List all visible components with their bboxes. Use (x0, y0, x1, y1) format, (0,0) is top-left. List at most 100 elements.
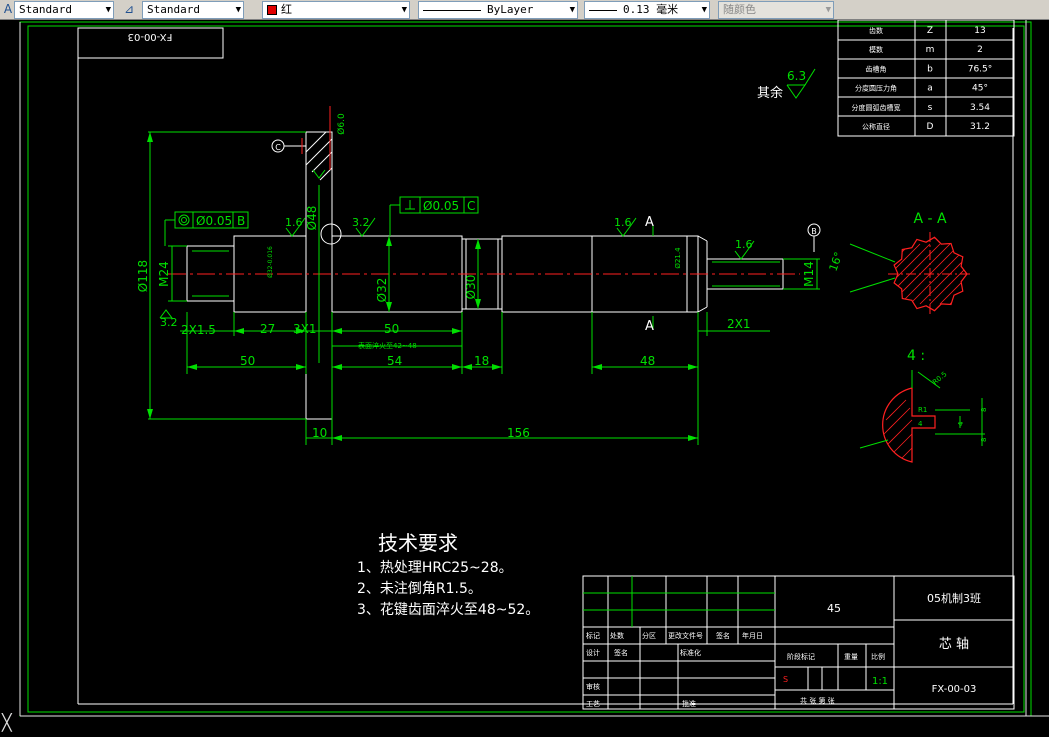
dim-2x15: 2X1.5 (181, 323, 216, 337)
gear-table-sym: b (927, 64, 933, 74)
dim-style-icon[interactable]: ⊿ (122, 2, 136, 16)
roughness-32-a: 3.2 (352, 216, 370, 229)
dim-angle16: 16° (827, 250, 846, 273)
datum-b: B (807, 223, 821, 252)
svg-text:B: B (811, 227, 817, 236)
svg-text:C: C (275, 143, 281, 152)
color-value: 红 (281, 3, 292, 16)
perpendicularity-frame: Ø0.05 C (389, 196, 479, 236)
dim-d214: Ø21.4 (674, 247, 682, 269)
gear-table-name: 齿数 (869, 26, 883, 35)
svg-text:S: S (783, 675, 788, 684)
roughness-symbols (159, 169, 755, 319)
gear-table-val: 2 (977, 45, 983, 55)
svg-text:共 张 第 张: 共 张 第 张 (800, 696, 835, 705)
dim-156: 156 (507, 426, 530, 440)
svg-text:A: A (645, 319, 654, 334)
text-style-icon[interactable]: A (1, 2, 15, 16)
detail-r1: R0.5 (931, 370, 948, 386)
perpendicularity-value: Ø0.05 (423, 199, 459, 213)
chevron-down-icon: ▼ (235, 5, 241, 15)
svg-text:重量: 重量 (844, 653, 858, 661)
roughness-rest-value: 6.3 (787, 69, 806, 83)
gear-table-sym: s (928, 103, 933, 113)
gear-table-val: 76.5° (968, 64, 993, 74)
dim-50a: 50 (384, 322, 399, 336)
detail-d3: 8 (980, 408, 988, 412)
ucs-icon: ╳ (2, 713, 12, 732)
tb-scale: 1:1 (872, 676, 888, 687)
lineweight-preview (589, 9, 617, 11)
tb-school: 05机制3班 (927, 591, 981, 605)
detail-view: 4 : R0.5 R1 4 8 4 8 (859, 348, 988, 463)
lineweight-combo[interactable]: 0.13 毫米 ▼ (584, 1, 710, 19)
svg-text:审核: 审核 (586, 682, 600, 691)
concentricity-frame: Ø0.05 B (164, 211, 249, 246)
color-swatch (267, 5, 277, 15)
dim-style-value: Standard (147, 3, 200, 16)
dim-d30: Ø30 (464, 275, 478, 300)
dim-m14: M14 (802, 261, 816, 287)
dim-d32: Ø32 (375, 278, 389, 303)
title-block: 标记 处数 分区 更改文件号 签名 年月日 设计 签名 标准化 审核 工艺 批准… (582, 575, 1015, 710)
roughness-32-b: 3.2 (160, 316, 178, 329)
svg-text:阶段标记: 阶段标记 (787, 652, 815, 661)
linetype-preview (423, 9, 481, 11)
properties-toolbar: A Standard ▼ ⊿ Standard ▼ 红 ▼ ByLayer ▼ … (0, 0, 1049, 20)
gear-table-sym: D (927, 122, 934, 132)
section-label: A - A (913, 211, 947, 227)
svg-text:工艺: 工艺 (586, 700, 600, 708)
gear-table-sym: m (926, 45, 935, 55)
dim-m24: M24 (157, 261, 171, 287)
tb-drawing-no: FX-00-03 (932, 684, 977, 695)
dim-18: 18 (474, 354, 489, 368)
gear-table-name: 分度圆压力角 (855, 84, 897, 93)
technical-requirements: 技术要求 1、热处理HRC25~28。 2、未注倒角R1.5。 3、花键齿面淬火… (357, 531, 539, 618)
roughness-16-b: 1.6 (614, 216, 632, 229)
dim-style-combo[interactable]: Standard ▼ (142, 1, 244, 19)
dim-48: 48 (640, 354, 655, 368)
detail-marker-circle (320, 223, 342, 245)
chevron-down-icon: ▼ (701, 5, 707, 15)
gear-table-sym: Z (927, 26, 933, 36)
linetype-combo[interactable]: ByLayer ▼ (418, 1, 578, 19)
detail-d4: 4 (957, 421, 965, 426)
svg-text:分区: 分区 (642, 631, 656, 640)
dim-2x1: 2X1 (727, 317, 751, 331)
gear-table-val: 13 (974, 26, 985, 36)
roughness-rest-label: 其余 (757, 85, 783, 101)
tech-req-title: 技术要求 (378, 531, 458, 555)
svg-text:标记: 标记 (586, 631, 600, 640)
svg-text:比例: 比例 (871, 652, 885, 661)
dim-10: 10 (312, 426, 327, 440)
plot-style-combo[interactable]: 随颜色 ▼ (718, 1, 834, 19)
linetype-value: ByLayer (487, 3, 534, 16)
chevron-down-icon: ▼ (105, 5, 111, 15)
datum-c: C (271, 138, 306, 154)
lineweight-value: 0.13 毫米 (623, 3, 679, 16)
drawing-canvas[interactable]: FX-00-03 齿数 Z 13 模数 m 2 齿槽角 b 76.5° 分度圆压力角 a 45° 分度圆… (0, 20, 1049, 737)
text-style-combo[interactable]: Standard ▼ (14, 1, 114, 19)
dim-d48: Ø48 (305, 206, 319, 231)
flange-hatch (305, 131, 333, 181)
section-a-a: A - A (849, 211, 972, 316)
svg-text:处数: 处数 (610, 631, 624, 640)
chevron-down-icon: ▼ (569, 5, 575, 15)
code-upper: FX-00-03 (128, 31, 173, 42)
gear-table-sym: a (927, 84, 933, 94)
gear-table-val: 45° (972, 84, 988, 94)
tb-part-name: 芯 轴 (939, 637, 969, 652)
detail-d2: 4 (918, 420, 923, 428)
dimension-arrows (147, 132, 698, 441)
roughness-16-a: 1.6 (285, 216, 303, 229)
dim-50b: 50 (240, 354, 255, 368)
plot-style-value: 随颜色 (723, 3, 756, 16)
color-combo[interactable]: 红 ▼ (262, 1, 410, 19)
tb-material: 45 (827, 602, 841, 615)
dim-54: 54 (387, 354, 402, 368)
svg-text:A: A (645, 215, 654, 230)
dim-d32-tol: Ø32-0.016 (267, 246, 274, 278)
gear-table-name: 公称直径 (862, 122, 890, 131)
text-style-value: Standard (19, 3, 72, 16)
perpendicularity-datum: C (467, 199, 475, 213)
